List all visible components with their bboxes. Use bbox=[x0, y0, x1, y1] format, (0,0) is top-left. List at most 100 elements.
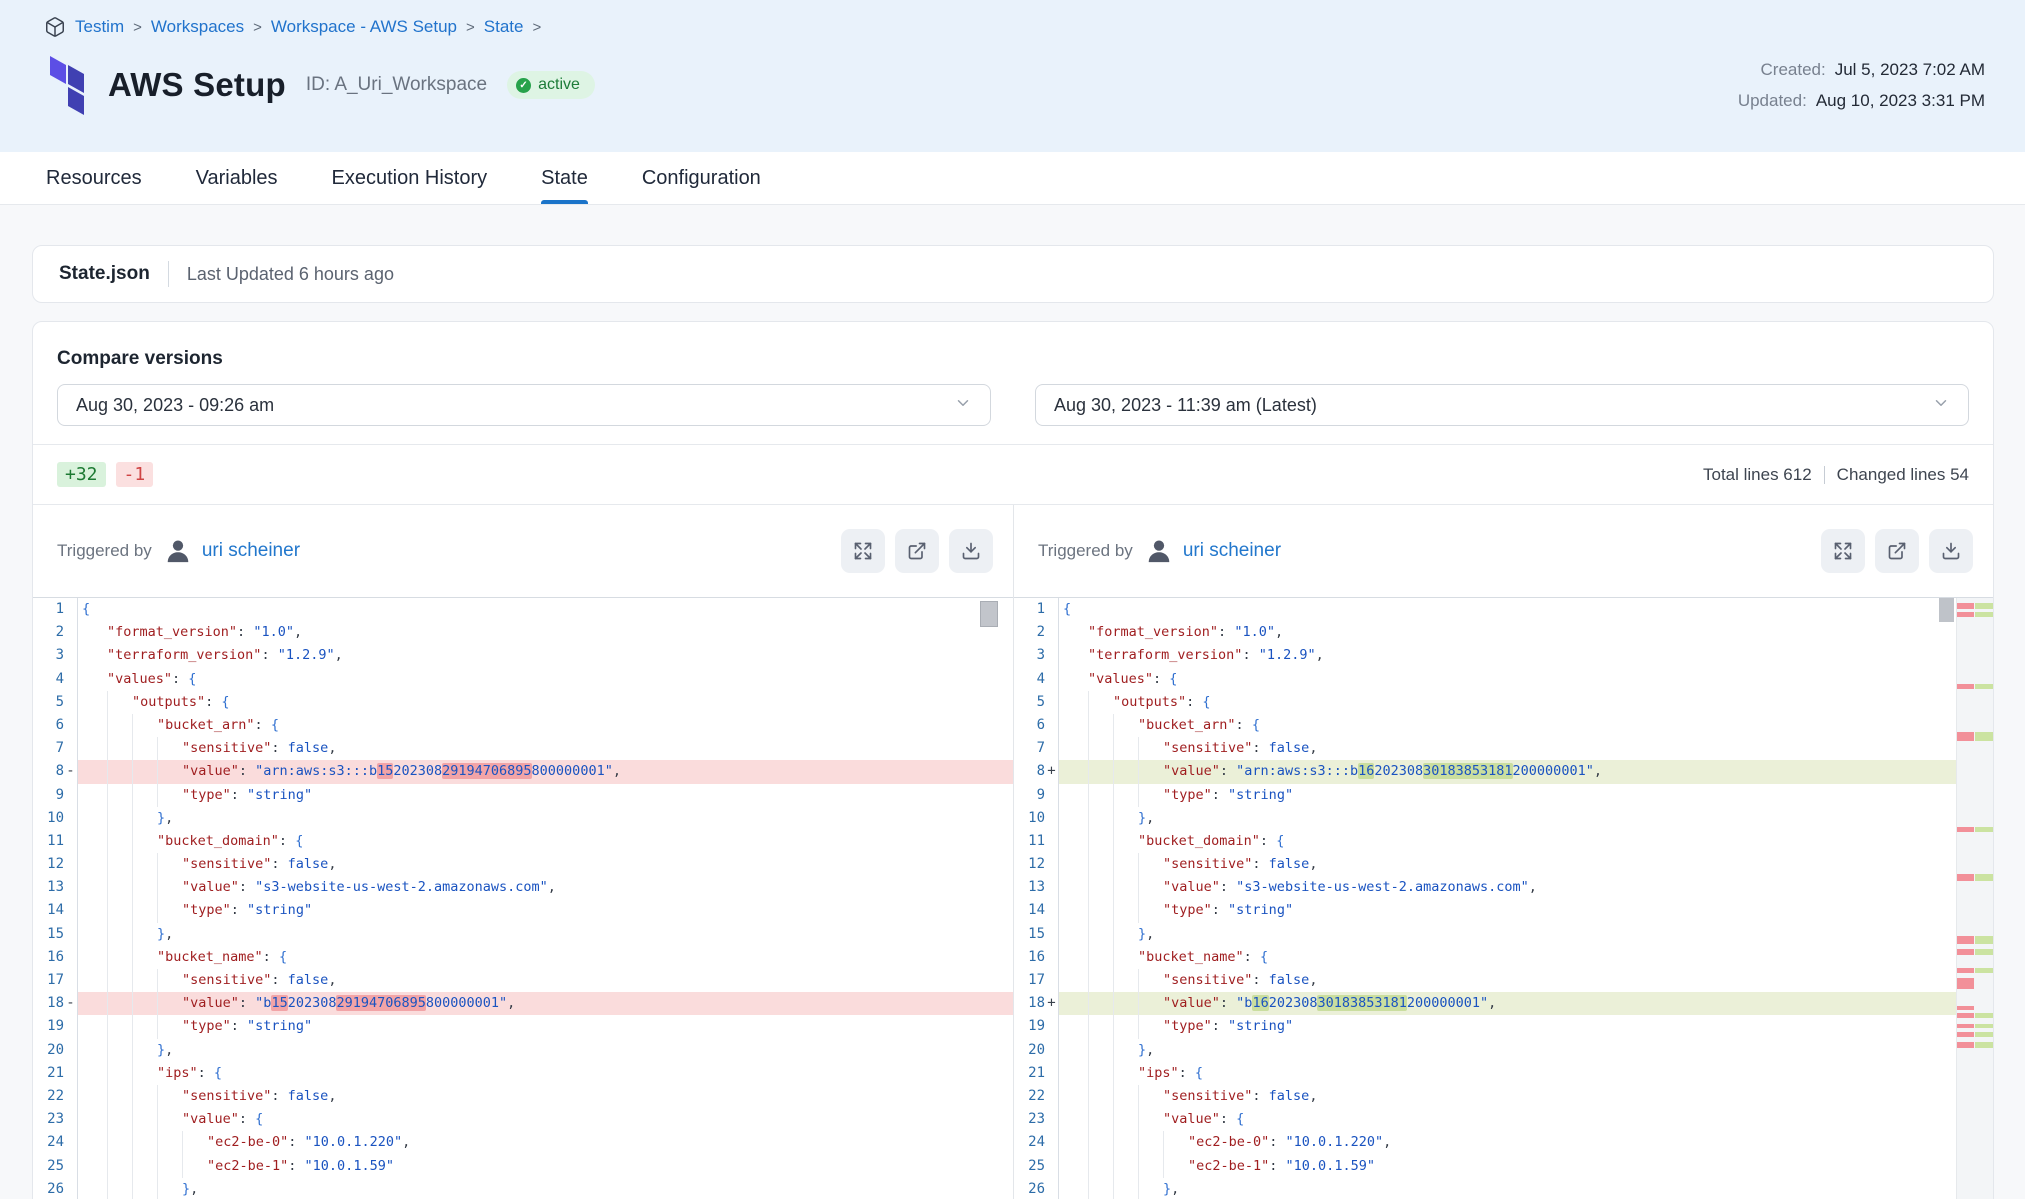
code-line: 6"bucket_arn": { bbox=[33, 714, 1013, 737]
indent-guide bbox=[1138, 1155, 1139, 1178]
code-line: 12"sensitive": false, bbox=[33, 853, 1013, 876]
package-icon bbox=[44, 16, 66, 38]
triggered-by-user-left[interactable]: uri scheiner bbox=[202, 540, 300, 562]
indent-guide bbox=[132, 876, 133, 899]
triggered-by-user-right[interactable]: uri scheiner bbox=[1183, 540, 1281, 562]
breadcrumb-link-testim[interactable]: Testim bbox=[75, 17, 124, 37]
download-button[interactable] bbox=[1929, 529, 1973, 573]
code-line: 6"bucket_arn": { bbox=[1014, 714, 1993, 737]
indent-guide bbox=[132, 1039, 133, 1062]
code-line: 20}, bbox=[1014, 1039, 1993, 1062]
code-line: 19"type": "string" bbox=[1014, 1015, 1993, 1038]
indent-guide bbox=[1088, 1062, 1089, 1085]
indent-guide bbox=[132, 923, 133, 946]
indent-guide bbox=[1138, 1015, 1139, 1038]
code-line: 10}, bbox=[1014, 807, 1993, 830]
scrollbar-thumb[interactable] bbox=[980, 601, 998, 627]
indent-guide bbox=[107, 830, 108, 853]
indent-guide bbox=[1088, 737, 1089, 760]
code-line: 15}, bbox=[1014, 923, 1993, 946]
indent-guide bbox=[1113, 830, 1114, 853]
indent-guide bbox=[1088, 992, 1089, 1015]
indent-guide bbox=[1113, 1039, 1114, 1062]
indent-guide bbox=[107, 784, 108, 807]
indent-guide bbox=[107, 992, 108, 1015]
code-line: 23"value": { bbox=[1014, 1108, 1993, 1131]
indent-guide bbox=[1113, 876, 1114, 899]
breadcrumb-separator: > bbox=[253, 19, 262, 36]
open-external-button[interactable] bbox=[895, 529, 939, 573]
indent-guide bbox=[1088, 1108, 1089, 1131]
indent-guide bbox=[107, 1015, 108, 1038]
state-file-name: State.json bbox=[59, 263, 150, 285]
code-line: 13"value": "s3-website-us-west-2.amazona… bbox=[1014, 876, 1993, 899]
created-label: Created: bbox=[1761, 60, 1826, 80]
diff-mark bbox=[1957, 936, 1993, 944]
tab-bar: Resources Variables Execution History St… bbox=[0, 152, 2025, 205]
chevron-down-icon bbox=[1932, 394, 1950, 417]
indent-guide bbox=[132, 1015, 133, 1038]
tab-state[interactable]: State bbox=[541, 152, 588, 204]
indent-guide bbox=[157, 853, 158, 876]
created-value: Jul 5, 2023 7:02 AM bbox=[1835, 60, 1985, 80]
breadcrumb-link-state[interactable]: State bbox=[484, 17, 524, 37]
indent-guide bbox=[1088, 969, 1089, 992]
diff-mark bbox=[1957, 874, 1993, 881]
code-line: 9"type": "string" bbox=[33, 784, 1013, 807]
diff-mark bbox=[1957, 1032, 1993, 1037]
indent-guide bbox=[107, 1131, 108, 1154]
open-external-button[interactable] bbox=[1875, 529, 1919, 573]
version-a-dropdown[interactable]: Aug 30, 2023 - 09:26 am bbox=[57, 384, 991, 426]
line-totals: Total lines 612 Changed lines 54 bbox=[1703, 465, 1969, 485]
pane-header-right: Triggered by uri scheiner bbox=[1014, 505, 1993, 597]
diff-pane-left: Triggered by uri scheiner bbox=[33, 505, 1013, 1199]
total-lines: Total lines 612 bbox=[1703, 465, 1812, 485]
indent-guide bbox=[107, 1178, 108, 1199]
indent-guide bbox=[107, 969, 108, 992]
version-b-dropdown[interactable]: Aug 30, 2023 - 11:39 am (Latest) bbox=[1035, 384, 1969, 426]
compare-card: Compare versions Aug 30, 2023 - 09:26 am… bbox=[32, 321, 1994, 1199]
download-button[interactable] bbox=[949, 529, 993, 573]
pane-header-left: Triggered by uri scheiner bbox=[33, 505, 1013, 597]
expand-button[interactable] bbox=[1821, 529, 1865, 573]
code-editor-right: 1{2"format_version": "1.0",3"terraform_v… bbox=[1014, 597, 1993, 1199]
indent-guide bbox=[132, 1131, 133, 1154]
code-line: 8+"value": "arn:aws:s3:::b16202308301838… bbox=[1014, 760, 1993, 783]
tab-execution-history[interactable]: Execution History bbox=[332, 152, 488, 204]
diff-pane-right: Triggered by uri scheiner bbox=[1013, 505, 1993, 1199]
indent-guide bbox=[132, 737, 133, 760]
tab-resources[interactable]: Resources bbox=[46, 152, 142, 204]
top-header: Testim > Workspaces > Workspace - AWS Se… bbox=[0, 0, 2025, 152]
indent-guide bbox=[132, 1108, 133, 1131]
indent-guide bbox=[1138, 969, 1139, 992]
diff-mark bbox=[1957, 968, 1993, 973]
code-line: 9"type": "string" bbox=[1014, 784, 1993, 807]
indent-guide bbox=[132, 969, 133, 992]
indent-guide bbox=[157, 992, 158, 1015]
indent-guide bbox=[1113, 899, 1114, 922]
indent-guide bbox=[107, 899, 108, 922]
diff-overview-ruler bbox=[1956, 598, 1993, 1199]
tab-variables[interactable]: Variables bbox=[196, 152, 278, 204]
breadcrumb-link-workspaces[interactable]: Workspaces bbox=[151, 17, 244, 37]
indent-guide bbox=[1138, 1085, 1139, 1108]
updated-value: Aug 10, 2023 3:31 PM bbox=[1816, 91, 1985, 111]
indent-guide bbox=[1088, 1085, 1089, 1108]
scrollbar-thumb[interactable] bbox=[1939, 598, 1954, 622]
expand-button[interactable] bbox=[841, 529, 885, 573]
indent-guide bbox=[182, 1131, 183, 1154]
workspace-id: ID: A_Uri_Workspace bbox=[306, 74, 487, 96]
diff-mark bbox=[1957, 827, 1993, 832]
diff-panes: Triggered by uri scheiner bbox=[33, 505, 1993, 1199]
indent-guide bbox=[1088, 876, 1089, 899]
diff-mark bbox=[1957, 612, 1993, 617]
tab-configuration[interactable]: Configuration bbox=[642, 152, 761, 204]
breadcrumb-link-workspace-aws-setup[interactable]: Workspace - AWS Setup bbox=[271, 17, 457, 37]
compare-versions-label: Compare versions bbox=[57, 348, 1969, 370]
indent-guide bbox=[1138, 760, 1139, 783]
breadcrumb: Testim > Workspaces > Workspace - AWS Se… bbox=[44, 16, 1985, 38]
indent-guide bbox=[132, 1062, 133, 1085]
indent-guide bbox=[1113, 784, 1114, 807]
indent-guide bbox=[1138, 876, 1139, 899]
indent-guide bbox=[1138, 1178, 1139, 1199]
